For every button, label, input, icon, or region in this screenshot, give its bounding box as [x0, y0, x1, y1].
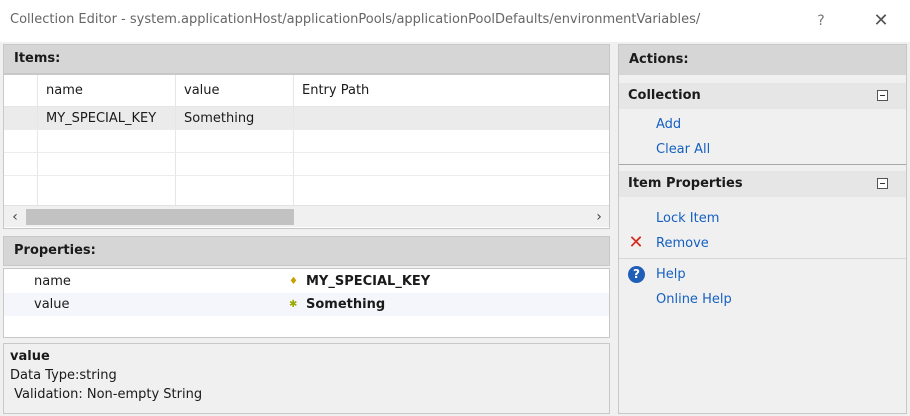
add-link[interactable]: Add — [656, 115, 681, 135]
items-header: Items: — [3, 44, 610, 74]
column-header-name[interactable]: name — [38, 75, 176, 106]
group-item-properties[interactable]: Item Properties — [619, 171, 906, 197]
property-row-name[interactable]: name ♦ MY_SPECIAL_KEY — [4, 270, 609, 293]
scroll-right-icon[interactable]: › — [590, 206, 608, 228]
empty-cell — [176, 130, 294, 152]
property-row-value[interactable]: value ✱ Something — [4, 293, 609, 316]
empty-cell — [4, 153, 38, 175]
empty-row — [4, 176, 609, 205]
property-name: value — [34, 297, 70, 312]
empty-row — [4, 153, 609, 176]
lock-item-link[interactable]: Lock Item — [656, 209, 719, 229]
divider — [619, 164, 906, 165]
properties-grid[interactable]: name ♦ MY_SPECIAL_KEY value ✱ Something — [3, 268, 610, 338]
remove-link[interactable]: Remove — [656, 234, 709, 254]
items-grid-header: name value Entry Path — [4, 75, 609, 107]
table-row[interactable]: MY_SPECIAL_KEY Something — [4, 107, 609, 130]
divider — [619, 258, 906, 259]
group-title: Collection — [628, 88, 701, 103]
scroll-left-icon[interactable]: ‹ — [6, 206, 24, 228]
collapse-icon[interactable] — [877, 90, 888, 101]
empty-cell — [294, 176, 609, 205]
empty-cell — [294, 130, 609, 152]
actions-header: Actions: — [619, 45, 906, 75]
row-selector[interactable] — [4, 107, 38, 129]
description-data-type: Data Type:string — [10, 368, 117, 383]
cell-name: MY_SPECIAL_KEY — [38, 107, 176, 129]
description-panel: value Data Type:string Validation: Non-e… — [3, 343, 610, 414]
close-button[interactable]: ✕ — [866, 6, 896, 36]
description-title: value — [10, 349, 50, 364]
help-link[interactable]: Help — [656, 265, 686, 285]
property-name: name — [34, 274, 71, 289]
cell-value: Something — [176, 107, 294, 129]
window-title: Collection Editor - system.applicationHo… — [10, 12, 701, 27]
empty-cell — [176, 176, 294, 205]
description-validation: Validation: Non-empty String — [10, 387, 203, 402]
actions-pane: Actions: Collection Add Clear All Item P… — [618, 44, 907, 414]
clear-all-link[interactable]: Clear All — [656, 140, 710, 160]
empty-cell — [4, 130, 38, 152]
empty-cell — [294, 153, 609, 175]
column-header-entry-path[interactable]: Entry Path — [294, 75, 609, 106]
help-icon[interactable]: ? — [628, 266, 645, 283]
property-value[interactable]: Something — [306, 293, 385, 316]
property-value[interactable]: MY_SPECIAL_KEY — [306, 270, 430, 293]
group-title: Item Properties — [628, 176, 743, 191]
row-header-cell — [4, 75, 38, 106]
collapse-icon[interactable] — [877, 178, 888, 189]
column-header-value[interactable]: value — [176, 75, 294, 106]
required-star-icon: ✱ — [289, 299, 298, 310]
scrollbar-thumb[interactable] — [26, 209, 294, 225]
empty-cell — [38, 176, 176, 205]
empty-cell — [176, 153, 294, 175]
empty-cell — [38, 153, 176, 175]
empty-cell — [38, 130, 176, 152]
empty-cell — [4, 176, 38, 205]
properties-header: Properties: — [3, 236, 610, 266]
items-grid[interactable]: name value Entry Path MY_SPECIAL_KEY Som… — [3, 74, 610, 229]
cell-entry-path — [294, 107, 609, 129]
title-bar: Collection Editor - system.applicationHo… — [0, 0, 910, 42]
empty-row — [4, 130, 609, 153]
online-help-link[interactable]: Online Help — [656, 290, 732, 310]
group-collection[interactable]: Collection — [619, 83, 906, 109]
key-icon: ♦ — [289, 276, 298, 287]
horizontal-scrollbar[interactable]: ‹ › — [4, 205, 609, 227]
remove-icon[interactable]: ✕ — [627, 234, 645, 252]
help-button[interactable]: ? — [806, 6, 836, 36]
